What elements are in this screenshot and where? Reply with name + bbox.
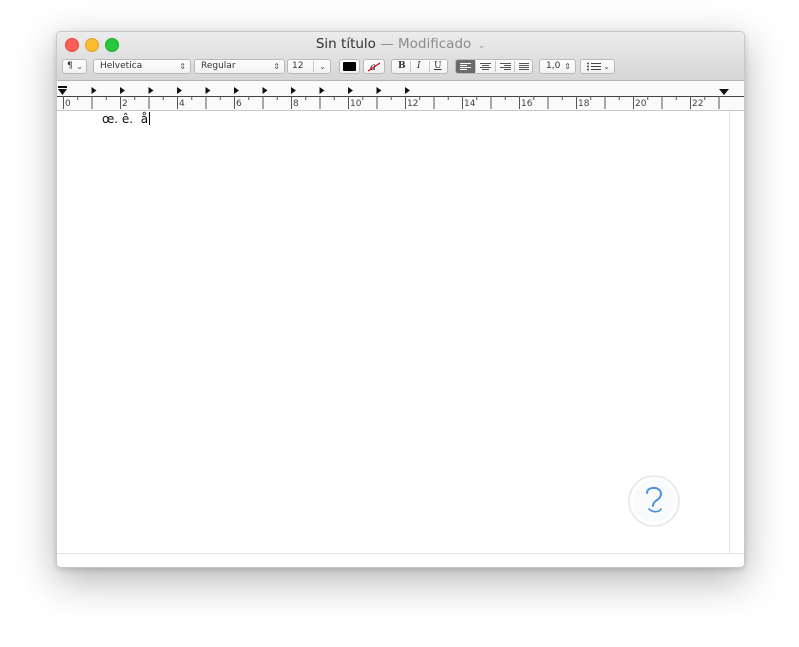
justify-icon bbox=[519, 63, 529, 70]
ruler-label: 6 bbox=[236, 99, 242, 109]
tab-stop-marker[interactable] bbox=[262, 87, 268, 94]
font-family-value: Helvetica bbox=[100, 61, 143, 71]
horizontal-scrollbar[interactable] bbox=[57, 553, 744, 567]
align-right-icon bbox=[500, 63, 511, 70]
text-color-swatch bbox=[343, 62, 356, 71]
window-title[interactable]: Sin título — Modificado ⌄ bbox=[57, 36, 744, 52]
text-color-well[interactable] bbox=[339, 59, 360, 74]
font-size-value: 12 bbox=[292, 61, 304, 71]
title-bar[interactable]: Sin título — Modificado ⌄ ¶ ⌄ Helvetica … bbox=[57, 32, 744, 81]
chevron-down-icon[interactable]: ⌄ bbox=[319, 60, 326, 73]
bold-button[interactable]: B bbox=[398, 60, 406, 73]
alignment-group bbox=[455, 59, 533, 74]
tab-stop-marker[interactable] bbox=[319, 87, 325, 94]
ruler-label: 8 bbox=[293, 99, 299, 109]
ruler-label: 22 bbox=[692, 99, 704, 109]
chevron-down-icon: ⌄ bbox=[76, 62, 83, 71]
list-bullets-icon bbox=[587, 62, 601, 71]
vertical-scrollbar[interactable] bbox=[729, 111, 744, 553]
list-bullets-popup[interactable]: ⌄ bbox=[580, 59, 615, 74]
ruler-label: 18 bbox=[578, 99, 590, 109]
no-background-color-icon: a bbox=[367, 62, 381, 73]
align-center-icon bbox=[480, 63, 491, 70]
updown-chevron-icon: ⇕ bbox=[564, 62, 571, 71]
updown-chevron-icon: ⇕ bbox=[273, 62, 280, 71]
chevron-down-icon[interactable]: ⌄ bbox=[478, 41, 486, 51]
align-center-button[interactable] bbox=[476, 60, 495, 73]
background-color-well[interactable]: a bbox=[363, 59, 385, 74]
italic-button[interactable]: I bbox=[417, 60, 421, 73]
watermark-logo bbox=[628, 475, 680, 527]
tab-stop-marker[interactable] bbox=[120, 87, 125, 94]
text-cursor bbox=[149, 112, 151, 125]
ruler-label: 14 bbox=[464, 99, 476, 109]
align-right-button[interactable] bbox=[496, 60, 515, 73]
tab-stop-marker[interactable] bbox=[348, 87, 353, 94]
line-spacing-popup[interactable]: 1,0 ⇕ bbox=[539, 59, 576, 74]
ruler-label: 4 bbox=[179, 99, 185, 109]
font-size-combo[interactable]: 12 ⌄ bbox=[287, 59, 331, 74]
align-left-icon bbox=[460, 63, 471, 70]
ruler-label: 12 bbox=[407, 99, 419, 109]
updown-chevron-icon: ⇕ bbox=[179, 62, 186, 71]
ruler-label: 10 bbox=[350, 99, 362, 109]
tab-stop-marker[interactable] bbox=[234, 87, 239, 94]
ruler-label: 16 bbox=[521, 99, 533, 109]
tab-stop-marker[interactable] bbox=[148, 87, 154, 94]
ruler-label: 2 bbox=[122, 99, 128, 109]
right-margin-marker[interactable] bbox=[719, 89, 729, 95]
modified-status: — Modificado bbox=[380, 36, 472, 52]
font-style-popup[interactable]: Regular ⇕ bbox=[194, 59, 285, 74]
document-name: Sin título bbox=[315, 36, 376, 52]
tab-stop-marker[interactable] bbox=[291, 87, 296, 94]
tab-stop-marker[interactable] bbox=[205, 87, 211, 94]
justify-button[interactable] bbox=[515, 60, 533, 73]
ruler[interactable]: 0 2 4 6 8 10 12 14 16 18 20 22 bbox=[57, 81, 744, 111]
underline-button[interactable]: U bbox=[434, 60, 442, 73]
left-indent-marker[interactable] bbox=[58, 89, 67, 95]
line-spacing-value: 1,0 bbox=[546, 61, 561, 71]
text-style-group: B I U bbox=[391, 59, 448, 74]
paragraph-styles-popup[interactable]: ¶ ⌄ bbox=[62, 59, 87, 74]
ruler-label: 20 bbox=[635, 99, 647, 109]
align-left-button[interactable] bbox=[456, 60, 475, 73]
chevron-down-icon: ⌄ bbox=[603, 62, 610, 71]
ruler-label: 0 bbox=[65, 99, 71, 109]
tab-stop-marker[interactable] bbox=[405, 87, 410, 94]
paragraph-icon: ¶ bbox=[67, 61, 73, 71]
font-family-popup[interactable]: Helvetica ⇕ bbox=[93, 59, 191, 74]
document-text[interactable]: œ. ê. å bbox=[102, 112, 148, 126]
tab-stop-marker[interactable] bbox=[376, 87, 382, 94]
font-style-value: Regular bbox=[201, 61, 236, 71]
tab-stop-marker[interactable] bbox=[91, 87, 97, 94]
first-line-indent-marker[interactable] bbox=[58, 86, 67, 88]
tab-stop-marker[interactable] bbox=[177, 87, 182, 94]
